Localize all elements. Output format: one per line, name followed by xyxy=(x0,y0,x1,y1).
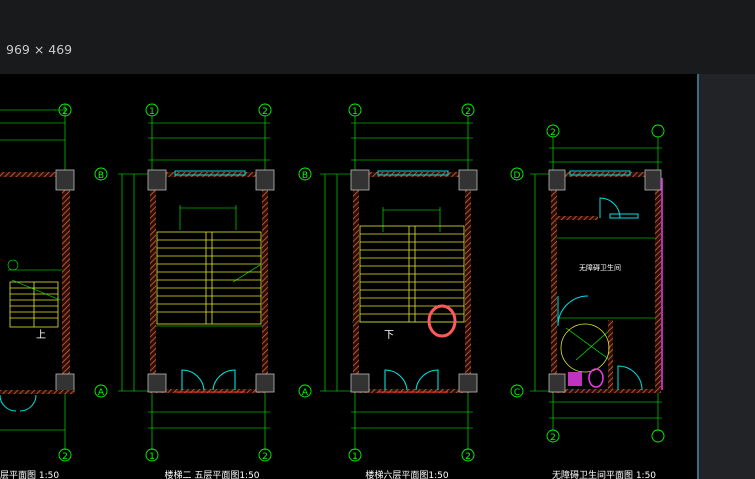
axis-label: A xyxy=(302,388,309,398)
annotation-red-circle xyxy=(427,304,457,338)
axis-label: B xyxy=(302,171,308,181)
axis-label: 2 xyxy=(62,452,68,462)
axis-label: A xyxy=(98,388,105,398)
axis-label: 1 xyxy=(149,452,155,462)
axis-label: 2 xyxy=(465,107,471,117)
plan-left-partial: 2 上 2 层平面图 1:50 xyxy=(0,103,75,479)
axis-label: 1 xyxy=(149,107,155,117)
cad-drawing: 2 上 2 层平面图 1:50 1 2 B A 楼梯二 五层平面图1:50 1 … xyxy=(0,103,665,479)
plan-title-6: 楼梯六层平面图1:50 xyxy=(365,469,448,479)
plan-2-5-floor: 1 2 B A 楼梯二 五层平面图1:50 1 2 xyxy=(94,103,275,479)
plan-title-toilet: 无障碍卫生间平面图 1:50 xyxy=(552,469,656,479)
plan-title-2-5: 楼梯二 五层平面图1:50 xyxy=(164,469,259,479)
axis-label: 2 xyxy=(550,433,556,443)
axis-label: 1 xyxy=(352,107,358,117)
axis-label: 2 xyxy=(262,452,268,462)
plan-title-left: 层平面图 1:50 xyxy=(0,470,59,479)
axis-label: D xyxy=(514,171,521,181)
image-dimensions-label: 969 × 469 xyxy=(6,42,73,57)
room-label: 无障碍卫生间 xyxy=(579,263,621,272)
axis-label: B xyxy=(98,171,104,181)
plan-6-floor: 1 2 B A 下 楼梯六层平面图1:50 1 2 xyxy=(298,103,478,479)
axis-label: C xyxy=(514,388,520,398)
axis-label: 2 xyxy=(465,452,471,462)
axis-label: 2 xyxy=(550,128,556,138)
axis-label: 2 xyxy=(62,107,68,117)
axis-label: 1 xyxy=(352,452,358,462)
stair-up-label: 上 xyxy=(36,329,46,341)
stair-down-label: 下 xyxy=(384,330,394,341)
plan-accessible-toilet: 2 D C 无障碍卫生间 2 无障碍卫生间平面图 1:50 xyxy=(510,124,665,479)
cad-drawing-viewer[interactable]: 2 上 2 层平面图 1:50 1 2 B A 楼梯二 五层平面图1:50 1 … xyxy=(0,74,697,479)
viewer-side-panel xyxy=(697,74,755,479)
panel-divider xyxy=(697,74,699,479)
axis-label: 2 xyxy=(262,107,268,117)
